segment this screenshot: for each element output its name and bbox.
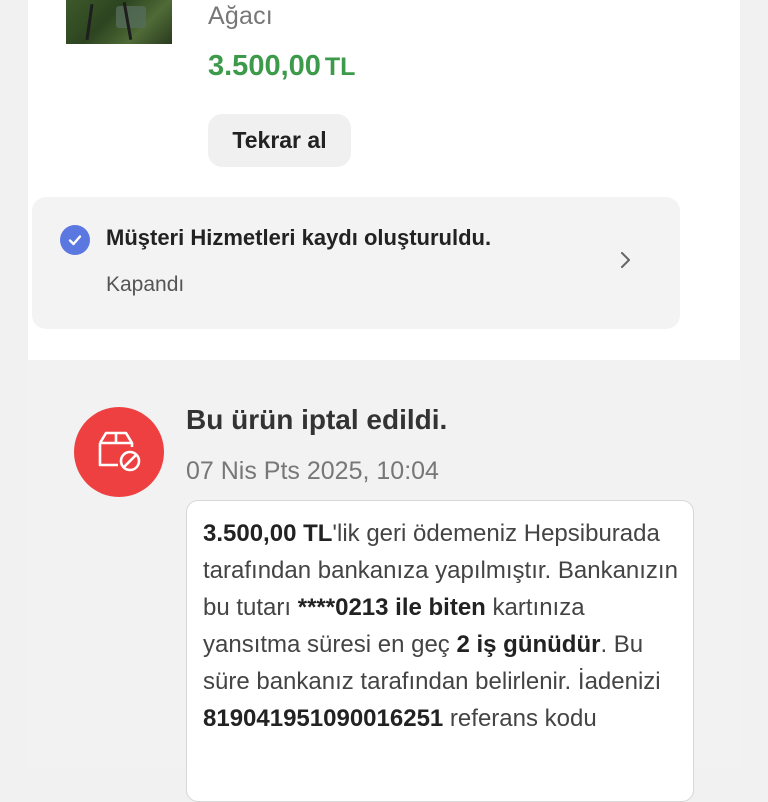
support-ticket-card[interactable]: Müşteri Hizmetleri kaydı oluşturuldu. Ka… <box>32 197 680 329</box>
refund-card: ****0213 ile biten <box>297 594 486 621</box>
refund-days: 2 iş günüdür <box>456 631 601 658</box>
page-margin-left <box>0 0 28 768</box>
rebuy-button[interactable]: Tekrar al <box>208 114 351 167</box>
page-margin-right <box>740 0 768 768</box>
refund-message-box: 3.500,00 TL'lik geri ödemeniz Hepsiburad… <box>186 500 694 802</box>
refund-amount: 3.500,00 TL <box>203 520 333 547</box>
refund-text-4: referans kodu <box>443 705 597 732</box>
cancelled-box-icon <box>74 407 164 497</box>
price-currency: TL <box>324 53 356 81</box>
refund-message: 3.500,00 TL'lik geri ödemeniz Hepsiburad… <box>203 515 683 737</box>
price-amount: 3.500,00 <box>208 50 321 82</box>
product-price: 3.500,00 TL <box>208 50 355 83</box>
cancellation-title: Bu ürün iptal edildi. <box>186 404 448 435</box>
cancellation-date: 07 Nis Pts 2025, 10:04 <box>186 457 439 485</box>
product-name[interactable]: Ağacı <box>208 2 273 31</box>
check-circle-icon <box>60 225 90 255</box>
cancellation-section: Bu ürün iptal edildi. 07 Nis Pts 2025, 1… <box>28 360 740 802</box>
product-thumbnail[interactable] <box>66 0 172 44</box>
support-ticket-status: Kapandı <box>106 273 185 296</box>
support-ticket-title: Müşteri Hizmetleri kaydı oluşturuldu. <box>106 225 492 250</box>
refund-reference-code: 819041951090016251 <box>203 705 444 732</box>
chevron-right-icon <box>616 247 636 273</box>
